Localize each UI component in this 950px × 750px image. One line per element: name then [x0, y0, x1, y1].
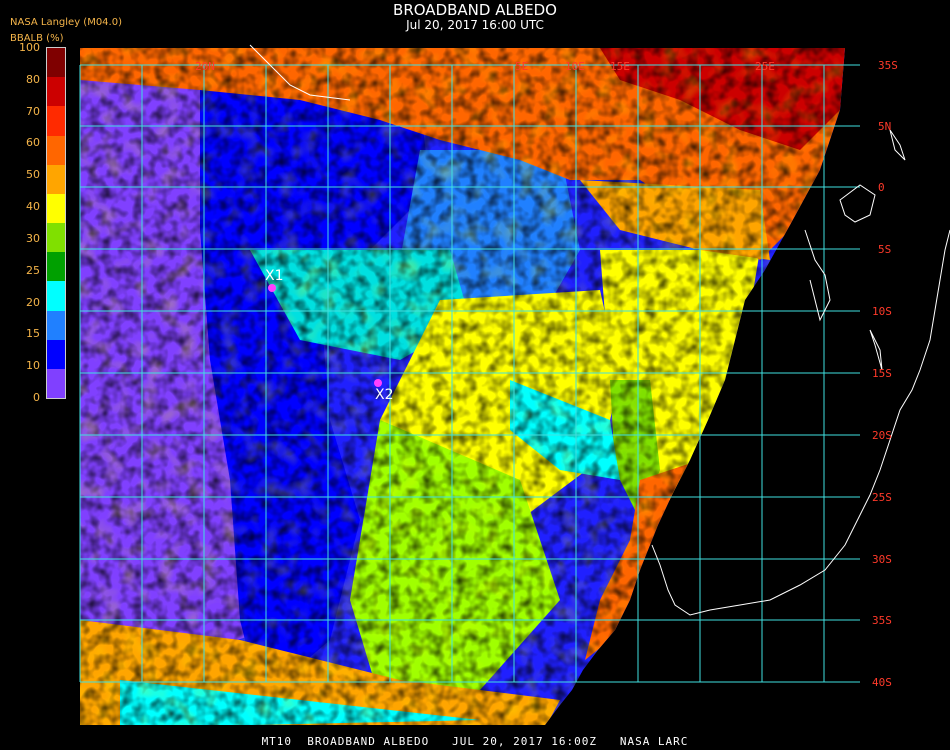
colorbar-tick-label: 10 — [26, 359, 40, 373]
colorbar — [46, 47, 66, 399]
colorbar-segment — [47, 106, 65, 136]
lat-label: 0 — [878, 181, 885, 194]
colorbar-tick-label: 25 — [26, 263, 40, 277]
colorbar-segment — [47, 281, 65, 311]
colorbar-segment — [47, 310, 65, 341]
colorbar-tick-label: 80 — [26, 72, 40, 86]
lat-label: 10S — [872, 305, 892, 318]
colorbar-segment — [47, 135, 65, 166]
colorbar-segment — [47, 48, 65, 78]
agency-label: NASA Langley (M04.0) — [10, 17, 122, 28]
marker-x1 — [268, 284, 276, 292]
albedo-map — [79, 44, 950, 725]
colorbar-segment — [47, 77, 65, 107]
lon-label: 20N — [195, 60, 215, 73]
colorbar-segment — [47, 368, 65, 399]
colorbar-tick-label: 30 — [26, 231, 40, 245]
map-subtitle: Jul 20, 2017 16:00 UTC — [406, 18, 544, 32]
lat-label: 15S — [872, 367, 892, 380]
colorbar-tick-label: 60 — [26, 136, 40, 150]
lat-label: 25S — [872, 491, 892, 504]
lat-label: 40S — [872, 676, 892, 689]
lat-label: 35S — [878, 59, 898, 72]
colorbar-tick-label: 50 — [26, 168, 40, 182]
marker-x2 — [374, 379, 382, 387]
marker-label-x1: X1 — [265, 268, 284, 284]
colorbar-tick-label: 15 — [26, 327, 40, 341]
lat-label: 5N — [878, 120, 892, 133]
colorbar-segment — [47, 339, 65, 370]
lat-label: 5S — [878, 243, 892, 256]
lon-label: 5E — [515, 60, 529, 73]
lat-label: 20S — [872, 429, 892, 442]
lon-label: 10E — [565, 60, 585, 73]
lon-label: 15E — [610, 60, 630, 73]
colorbar-tick-label: 0 — [33, 391, 40, 404]
map-title: BROADBAND ALBEDO — [393, 1, 557, 19]
colorbar-tick-label: 70 — [26, 104, 40, 118]
colorbar-tick-label: 100 — [19, 41, 40, 54]
colorbar-segment — [47, 223, 65, 253]
lat-label: 30S — [872, 553, 892, 566]
colorbar-segment — [47, 252, 65, 282]
lon-label: 25E — [755, 60, 775, 73]
colorbar-segment — [47, 193, 65, 224]
marker-label-x2: X2 — [375, 387, 394, 403]
colorbar-tick-label: 40 — [26, 200, 40, 214]
footer-caption: MT10 BROADBAND ALBEDO JUL 20, 2017 16:00… — [261, 735, 689, 748]
lat-label: 35S — [872, 614, 892, 627]
albedo-field — [80, 48, 845, 725]
colorbar-tick-label: 20 — [26, 295, 40, 309]
colorbar-segment — [47, 164, 65, 195]
